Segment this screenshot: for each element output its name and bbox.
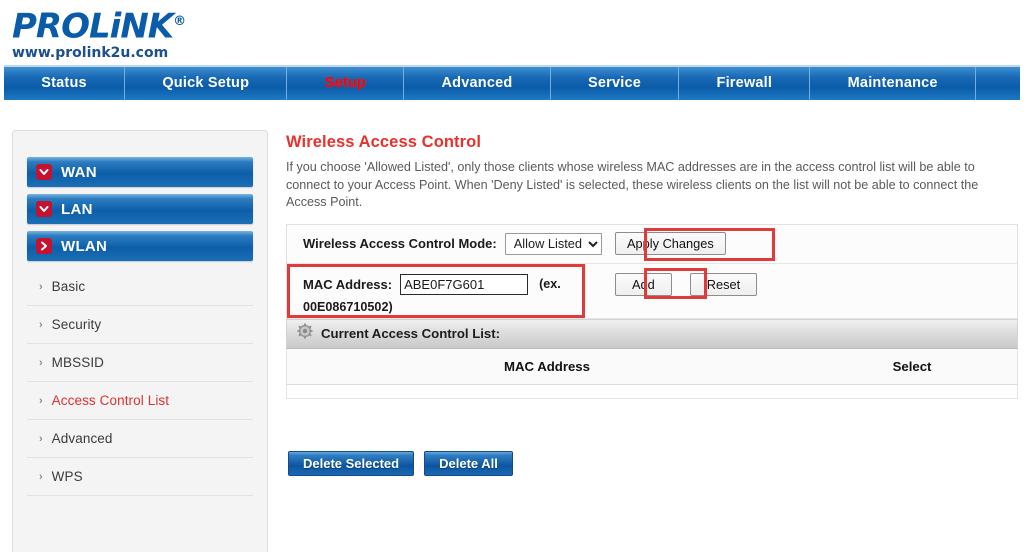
add-button[interactable]: Add xyxy=(615,272,672,296)
sidebar-group-label-wlan: WLAN xyxy=(61,237,108,255)
sidebar: WAN LAN WLAN › Basic › Security › MBSSID xyxy=(12,130,268,552)
chevron-right-icon: › xyxy=(39,318,43,331)
mac-address-input[interactable] xyxy=(400,273,529,295)
reset-button[interactable]: Reset xyxy=(689,272,758,296)
sidebar-item-security[interactable]: › Security xyxy=(27,306,253,344)
nav-end-spacer xyxy=(976,67,1020,100)
mac-hint-line1: (ex. xyxy=(539,277,561,291)
sidebar-item-label: Basic xyxy=(51,279,86,294)
nav-item-advanced[interactable]: Advanced xyxy=(404,67,551,100)
chevron-down-icon xyxy=(36,201,52,217)
chevron-right-icon xyxy=(36,238,52,254)
sidebar-item-mbssid[interactable]: › MBSSID xyxy=(27,344,253,382)
mac-address-label: MAC Address: xyxy=(303,276,393,292)
access-control-list-header: Current Access Control List: xyxy=(286,318,1018,349)
sidebar-item-label: Advanced xyxy=(51,431,113,446)
chevron-right-icon: › xyxy=(39,356,43,369)
sidebar-item-basic[interactable]: › Basic xyxy=(27,268,253,306)
delete-all-button[interactable]: Delete All xyxy=(424,451,513,476)
mac-address-actions: Add Reset xyxy=(587,264,1017,299)
sidebar-item-label: Security xyxy=(51,317,102,332)
sidebar-group-label-wan: WAN xyxy=(61,163,97,181)
nav-item-service[interactable]: Service xyxy=(551,67,680,100)
router-admin-page: PROLiNK® www.prolink2u.com Status Quick … xyxy=(0,0,1024,552)
nav-item-setup[interactable]: Setup xyxy=(287,67,405,100)
sidebar-item-label: WPS xyxy=(51,469,83,484)
page-description: If you choose 'Allowed Listed', only tho… xyxy=(286,160,979,209)
chevron-down-icon xyxy=(36,164,52,180)
nav-item-maintenance[interactable]: Maintenance xyxy=(810,67,976,100)
sidebar-group-label-lan: LAN xyxy=(61,200,93,218)
sidebar-item-access-control-list[interactable]: › Access Control List xyxy=(27,382,253,420)
registered-mark: ® xyxy=(173,14,187,29)
gear-icon xyxy=(297,323,313,344)
wireless-mode-field: Wireless Access Control Mode: Allow List… xyxy=(287,232,602,255)
nav-item-quick-setup[interactable]: Quick Setup xyxy=(125,67,288,100)
sidebar-group-lan[interactable]: LAN xyxy=(27,194,253,224)
sidebar-item-advanced[interactable]: › Advanced xyxy=(27,420,253,458)
wireless-mode-actions: Apply Changes xyxy=(587,227,1017,261)
chevron-right-icon: › xyxy=(39,432,43,445)
sidebar-item-label: MBSSID xyxy=(51,355,105,370)
nav-item-firewall[interactable]: Firewall xyxy=(679,67,811,100)
sidebar-item-label: Access Control List xyxy=(51,393,170,408)
list-action-buttons: Delete Selected Delete All xyxy=(288,451,513,476)
column-header-select: Select xyxy=(892,358,932,374)
access-control-table-header: MAC Address Select xyxy=(286,348,1018,385)
brand-logo: PROLiNK® www.prolink2u.com xyxy=(12,4,412,62)
sidebar-group-wlan[interactable]: WLAN xyxy=(27,231,253,261)
brand-url: www.prolink2u.com xyxy=(12,45,169,62)
page-title: Wireless Access Control xyxy=(286,133,482,151)
chevron-right-icon: › xyxy=(39,394,43,407)
main-content: Wireless Access Control If you choose 'A… xyxy=(286,133,1018,399)
apply-changes-button[interactable]: Apply Changes xyxy=(615,232,726,255)
main-navigation: Status Quick Setup Setup Advanced Servic… xyxy=(4,65,1020,100)
column-header-mac-address: MAC Address xyxy=(504,358,590,374)
wireless-mode-row: Wireless Access Control Mode: Allow List… xyxy=(287,224,1017,264)
access-control-table-body xyxy=(286,384,1018,399)
mac-address-row: MAC Address: (ex. 00E086710502) Add Rese… xyxy=(287,263,1017,319)
chevron-right-icon: › xyxy=(39,470,43,483)
access-control-list-title: Current Access Control List: xyxy=(321,326,501,341)
mac-hint-line2: 00E086710502) xyxy=(303,299,393,314)
sidebar-group-wan[interactable]: WAN xyxy=(27,157,253,187)
delete-selected-button[interactable]: Delete Selected xyxy=(288,451,415,476)
chevron-right-icon: › xyxy=(39,280,43,293)
wireless-mode-label: Wireless Access Control Mode: xyxy=(303,236,497,251)
mac-address-field: MAC Address: (ex. 00E086710502) xyxy=(287,263,587,318)
sidebar-item-wps[interactable]: › WPS xyxy=(27,458,253,496)
access-control-form-panel: Wireless Access Control Mode: Allow List… xyxy=(286,223,1018,319)
brand-name: PROLiNK® xyxy=(12,6,187,47)
nav-item-status[interactable]: Status xyxy=(4,67,126,100)
